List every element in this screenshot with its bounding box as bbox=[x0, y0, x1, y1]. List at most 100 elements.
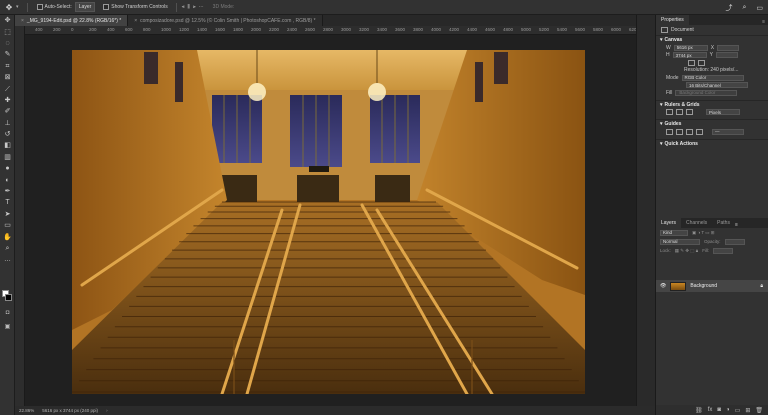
quick-actions-section-header[interactable]: ▾ Quick Actions bbox=[656, 138, 768, 148]
width-field[interactable]: 5616 px bbox=[673, 44, 708, 51]
lock-icons[interactable]: ▦ ✎ ✥ ⬚ 🔒︎ bbox=[675, 248, 698, 254]
quick-select-icon[interactable]: ✎ bbox=[0, 49, 15, 60]
align-right-icon[interactable]: ⫸ bbox=[193, 4, 196, 10]
quick-mask-icon[interactable]: ◘ bbox=[0, 310, 15, 316]
vertical-ruler[interactable] bbox=[15, 26, 25, 406]
tool-preset-chevron-icon[interactable]: ▾ bbox=[16, 4, 19, 10]
ruler-tick: 5000 bbox=[521, 27, 532, 32]
close-icon[interactable]: × bbox=[21, 18, 24, 24]
tab-layers[interactable]: Layers bbox=[656, 218, 682, 228]
clone-stamp-icon[interactable]: ⊥ bbox=[0, 118, 15, 129]
guides-color-icon[interactable] bbox=[696, 128, 703, 135]
kind-filter-dropdown[interactable]: Kind bbox=[660, 229, 688, 236]
height-field[interactable]: 3744 px bbox=[672, 52, 707, 59]
mask-icon[interactable]: ◙ bbox=[717, 407, 721, 413]
lasso-icon[interactable]: ◌ bbox=[0, 38, 15, 49]
guides-clear-icon[interactable] bbox=[686, 128, 693, 135]
dodge-icon[interactable]: ◐ bbox=[0, 174, 15, 185]
guide-style-dropdown[interactable]: — bbox=[712, 128, 744, 135]
guides-show-icon[interactable] bbox=[666, 128, 673, 135]
pen-icon[interactable]: ✒ bbox=[0, 186, 15, 197]
ruler-tick: 1800 bbox=[233, 27, 244, 32]
tab-paths[interactable]: Paths bbox=[712, 218, 735, 228]
blend-mode-dropdown[interactable]: Normal bbox=[660, 238, 700, 245]
adjustment-icon[interactable]: ◑ bbox=[726, 407, 730, 413]
ruler-tick: 4800 bbox=[503, 27, 514, 32]
portrait-icon[interactable] bbox=[688, 59, 695, 66]
canvas-section-header[interactable]: ▾ Canvas bbox=[656, 35, 768, 44]
rectangle-icon[interactable]: ▭ bbox=[0, 220, 15, 231]
fill-field[interactable] bbox=[713, 247, 734, 254]
pixel-grid-icon[interactable] bbox=[686, 109, 693, 116]
eyedropper-icon[interactable]: ⟋ bbox=[0, 83, 15, 94]
align-left-icon[interactable]: ⫷ bbox=[182, 4, 185, 10]
move-icon[interactable]: ✥ bbox=[0, 15, 15, 26]
landscape-icon[interactable] bbox=[698, 59, 705, 66]
panel-menu-icon[interactable]: ≡ bbox=[762, 19, 765, 25]
guides-section-header[interactable]: ▾ Guides bbox=[656, 119, 768, 128]
fill-dropdown[interactable]: Background Color bbox=[675, 89, 738, 96]
y-field[interactable] bbox=[715, 52, 738, 59]
staircase-photo bbox=[72, 50, 585, 394]
eraser-icon[interactable]: ◧ bbox=[0, 140, 15, 151]
crop-icon[interactable]: ⌗ bbox=[0, 61, 15, 72]
screen-mode-icon[interactable]: ▣ bbox=[0, 323, 15, 330]
fx-icon[interactable]: fx bbox=[708, 407, 713, 413]
blur-icon[interactable]: ● bbox=[0, 163, 15, 174]
group-icon[interactable]: ▭ bbox=[735, 407, 741, 414]
auto-select-target-dropdown[interactable]: Layer bbox=[74, 2, 96, 12]
horizontal-ruler[interactable]: 400 200 0 200 400 600 800 1000 1200 1400 1600 1800 2… bbox=[25, 26, 636, 35]
zoom-level[interactable]: 22.86% bbox=[19, 408, 34, 413]
canvas-area[interactable] bbox=[25, 36, 636, 406]
tab-properties[interactable]: Properties bbox=[656, 15, 689, 25]
more-tools-icon[interactable]: … bbox=[0, 254, 15, 265]
x-field[interactable] bbox=[717, 44, 740, 51]
document-tab-active[interactable]: × _MG_9194-Edit.psd @ 22.8% (RGB/16*) * bbox=[15, 15, 129, 26]
spot-heal-icon[interactable]: ✚ bbox=[0, 95, 15, 106]
lock-icon[interactable]: 🔒︎ bbox=[760, 283, 763, 289]
link-icon[interactable]: ⛓ bbox=[695, 407, 703, 414]
ruler-tick: 4600 bbox=[485, 27, 496, 32]
eye-icon[interactable]: 👁︎ bbox=[660, 283, 666, 289]
document-image[interactable] bbox=[72, 50, 585, 394]
marquee-icon[interactable]: ⬚ bbox=[0, 26, 15, 37]
rulers-section-header[interactable]: ▾ Rulers & Grids bbox=[656, 99, 768, 109]
layer-filter-row: Kind ▣ ◑ T ▭ ⊞ bbox=[656, 228, 768, 237]
auto-select-checkbox[interactable] bbox=[36, 4, 43, 10]
distribute-icon[interactable]: ⋯ bbox=[199, 4, 204, 10]
trash-icon[interactable]: 🗑︎ bbox=[755, 407, 763, 414]
ruler-icon[interactable] bbox=[666, 109, 673, 116]
document-tab[interactable]: × composizadore.psd @ 12.5% (© Colin Smi… bbox=[128, 15, 323, 26]
bit-depth-dropdown[interactable]: 16 Bits/Channel bbox=[686, 82, 748, 89]
chevron-right-icon[interactable]: › bbox=[106, 408, 108, 413]
share-icon[interactable]: ⤴ bbox=[725, 3, 732, 13]
hand-icon[interactable]: ✋ bbox=[0, 231, 15, 242]
filter-icons[interactable]: ▣ ◑ T ▭ ⊞ bbox=[692, 230, 715, 236]
gradient-icon[interactable]: ▥ bbox=[0, 152, 15, 163]
chevron-down-icon: ▾ bbox=[660, 121, 663, 127]
type-icon[interactable]: T bbox=[0, 197, 15, 208]
new-layer-icon[interactable]: ⊞ bbox=[745, 407, 750, 414]
close-icon[interactable]: × bbox=[134, 18, 137, 24]
units-dropdown[interactable]: Pixels bbox=[706, 109, 740, 116]
layer-name[interactable]: Background bbox=[690, 283, 717, 289]
ruler-tick: 4200 bbox=[449, 27, 460, 32]
ruler-tick: 3200 bbox=[359, 27, 370, 32]
show-transform-controls-checkbox[interactable] bbox=[103, 4, 110, 10]
layer-row[interactable]: 👁︎ Background 🔒︎ bbox=[656, 280, 768, 292]
align-center-icon[interactable]: ⫼ bbox=[188, 4, 190, 10]
opacity-field[interactable] bbox=[724, 238, 745, 245]
mode-dropdown[interactable]: RGB Color bbox=[681, 74, 744, 81]
zoom-icon[interactable]: ⌕ bbox=[0, 243, 15, 254]
path-select-icon[interactable]: ➤ bbox=[0, 209, 15, 220]
frame-icon[interactable]: ⊠ bbox=[0, 72, 15, 83]
grid-icon[interactable] bbox=[676, 109, 683, 116]
tab-channels[interactable]: Channels bbox=[681, 218, 712, 228]
move-tool-icon[interactable]: ✥ bbox=[3, 1, 15, 13]
workspace-icon[interactable]: ▭ bbox=[756, 4, 763, 12]
background-color-swatch[interactable] bbox=[5, 294, 12, 301]
guides-lock-icon[interactable] bbox=[676, 128, 683, 135]
history-brush-icon[interactable]: ↺ bbox=[0, 129, 15, 140]
search-icon[interactable]: ⌕ bbox=[742, 4, 746, 12]
brush-icon[interactable]: ✐ bbox=[0, 106, 15, 117]
